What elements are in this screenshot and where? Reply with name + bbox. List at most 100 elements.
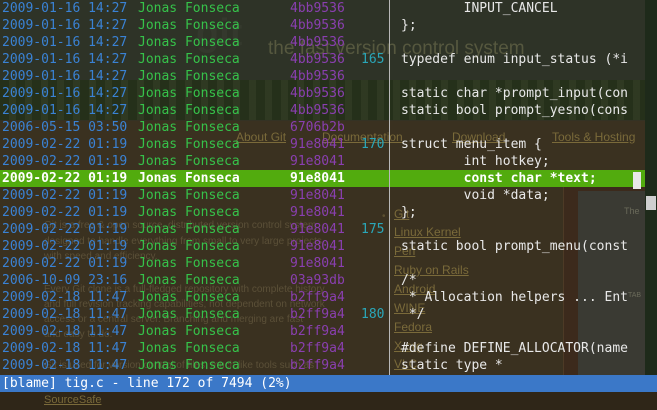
blame-row[interactable]: 2006-05-15 03:50 Jonas Fonseca 6706b2b xyxy=(0,119,657,136)
blame-date: 2009-01-16 14:27 xyxy=(2,52,128,67)
blame-commit: b2ff9a4 xyxy=(290,358,345,373)
blame-code: static char *prompt_input(con xyxy=(401,86,628,101)
blame-author: Jonas Fonseca xyxy=(138,18,240,33)
blame-row[interactable]: 2009-02-18 11:47 Jonas Fonseca b2ff9a4 * A… xyxy=(0,289,657,306)
terminal-window[interactable]: 2009-01-16 14:27 Jonas Fonseca 4bb9536 INP… xyxy=(0,0,657,410)
blame-date: 2009-01-16 14:27 xyxy=(2,69,128,84)
blame-commit: b2ff9a4 xyxy=(290,290,345,305)
blame-row[interactable]: 2009-02-22 01:19 Jonas Fonseca 91e8041}; xyxy=(0,204,657,221)
blame-author: Jonas Fonseca xyxy=(138,273,240,288)
blame-line-number: 170 xyxy=(361,137,385,152)
scrollbar[interactable] xyxy=(645,0,657,375)
blame-commit: 4bb9536 xyxy=(290,103,345,118)
blame-code: static bool prompt_menu(const xyxy=(401,239,628,254)
blame-commit: b2ff9a4 xyxy=(290,307,345,322)
blame-date: 2009-01-16 14:27 xyxy=(2,1,128,16)
blame-author: Jonas Fonseca xyxy=(138,154,240,169)
blame-date: 2006-05-15 03:50 xyxy=(2,120,128,135)
blame-commit: b2ff9a4 xyxy=(290,324,345,339)
blame-date: 2006-10-09 23:16 xyxy=(2,273,128,288)
blame-author: Jonas Fonseca xyxy=(138,103,240,118)
blame-date: 2009-02-18 11:47 xyxy=(2,307,128,322)
blame-author: Jonas Fonseca xyxy=(138,324,240,339)
blame-commit: 91e8041 xyxy=(290,205,345,220)
blame-row[interactable]: 2009-02-18 11:47 Jonas Fonseca b2ff9a4 180 … xyxy=(0,306,657,323)
blame-date: 2009-02-22 01:19 xyxy=(2,239,128,254)
blame-commit: 91e8041 xyxy=(290,171,345,186)
blame-row[interactable]: 2009-01-16 14:27 Jonas Fonseca 4bb9536 xyxy=(0,68,657,85)
blame-date: 2009-02-18 11:47 xyxy=(2,324,128,339)
blame-row[interactable]: 2009-02-22 01:19 Jonas Fonseca 91e8041 170 s… xyxy=(0,136,657,153)
blame-author: Jonas Fonseca xyxy=(138,205,240,220)
blame-date: 2009-02-22 01:19 xyxy=(2,188,128,203)
blame-row[interactable]: 2009-01-16 14:27 Jonas Fonseca 4bb9536 stat… xyxy=(0,85,657,102)
blame-commit: 4bb9536 xyxy=(290,35,345,50)
scrollbar-thumb[interactable] xyxy=(646,196,656,210)
blame-author: Jonas Fonseca xyxy=(138,171,240,186)
blame-commit: 4bb9536 xyxy=(290,1,345,16)
text-cursor xyxy=(633,172,641,189)
blame-commit: 4bb9536 xyxy=(290,18,345,33)
background-link-sourcesafe[interactable]: SourceSafe xyxy=(44,394,101,406)
blame-commit: 4bb9536 xyxy=(290,52,345,67)
blame-commit: 4bb9536 xyxy=(290,69,345,84)
blame-date: 2009-01-16 14:27 xyxy=(2,18,128,33)
blame-author: Jonas Fonseca xyxy=(138,239,240,254)
blame-commit: 91e8041 xyxy=(290,256,345,271)
blame-row[interactable]: 2009-02-18 11:47 Jonas Fonseca b2ff9a4 #def… xyxy=(0,340,657,357)
blame-author: Jonas Fonseca xyxy=(138,137,240,152)
blame-date: 2009-02-22 01:19 xyxy=(2,256,128,271)
blame-date: 2009-01-16 14:27 xyxy=(2,35,128,50)
blame-author: Jonas Fonseca xyxy=(138,290,240,305)
blame-author: Jonas Fonseca xyxy=(138,358,240,373)
blame-date: 2009-02-18 11:47 xyxy=(2,358,128,373)
blame-commit: 4bb9536 xyxy=(290,86,345,101)
blame-author: Jonas Fonseca xyxy=(138,69,240,84)
blame-code: * Allocation helpers ... Ent xyxy=(401,290,628,305)
blame-author: Jonas Fonseca xyxy=(138,1,240,16)
blame-row[interactable]: 2009-01-16 14:27 Jonas Fonseca 4bb9536 INP… xyxy=(0,0,657,17)
blame-code: typedef enum input_status (*i xyxy=(401,52,628,67)
blame-commit: 03a93db xyxy=(290,273,345,288)
blame-commit: 6706b2b xyxy=(290,120,345,135)
blame-date: 2009-02-22 01:19 xyxy=(2,205,128,220)
blame-author: Jonas Fonseca xyxy=(138,120,240,135)
blame-commit: 91e8041 xyxy=(290,222,345,237)
blame-row[interactable]: 2009-02-22 01:19 Jonas Fonseca 91e8041 xyxy=(0,255,657,272)
blame-code: void *data; xyxy=(401,188,550,203)
blame-line-number: 180 xyxy=(361,307,385,322)
blame-code: */ xyxy=(401,307,425,322)
blame-commit: 91e8041 xyxy=(290,154,345,169)
blame-row[interactable]: 2009-02-22 01:19 Jonas Fonseca 91e8041 175 xyxy=(0,221,657,238)
blame-row[interactable]: 2009-02-18 11:47 Jonas Fonseca b2ff9a4 stat… xyxy=(0,357,657,374)
blame-commit: 91e8041 xyxy=(290,137,345,152)
blame-row[interactable]: 2009-01-16 14:27 Jonas Fonseca 4bb9536 165 t… xyxy=(0,51,657,68)
blame-row[interactable]: 2009-02-22 01:19 Jonas Fonseca 91e8041 voi… xyxy=(0,187,657,204)
blame-row[interactable]: 2009-01-16 14:27 Jonas Fonseca 4bb9536}; xyxy=(0,17,657,34)
blame-author: Jonas Fonseca xyxy=(138,307,240,322)
blame-code: static bool prompt_yesno(cons xyxy=(401,103,628,118)
blame-row[interactable]: 2009-02-22 01:19 Jonas Fonseca 91e8041 int… xyxy=(0,153,657,170)
blame-author: Jonas Fonseca xyxy=(138,188,240,203)
blame-date: 2009-02-18 11:47 xyxy=(2,290,128,305)
blame-date: 2009-02-22 01:19 xyxy=(2,171,128,186)
blame-author: Jonas Fonseca xyxy=(138,52,240,67)
blame-author: Jonas Fonseca xyxy=(138,35,240,50)
terminal-bottom-area: SourceSafe xyxy=(0,392,657,410)
blame-row[interactable]: 2009-02-22 01:19 Jonas Fonseca 91e8041 stat… xyxy=(0,238,657,255)
blame-date: 2009-02-22 01:19 xyxy=(2,222,128,237)
blame-code: }; xyxy=(401,205,417,220)
blame-date: 2009-01-16 14:27 xyxy=(2,103,128,118)
blame-date: 2009-02-22 01:19 xyxy=(2,137,128,152)
blame-row[interactable]: 2006-10-09 23:16 Jonas Fonseca 03a93db /* xyxy=(0,272,657,289)
blame-row[interactable]: 2009-01-16 14:27 Jonas Fonseca 4bb9536 stat… xyxy=(0,102,657,119)
blame-author: Jonas Fonseca xyxy=(138,256,240,271)
blame-code: #define DEFINE_ALLOCATOR(name xyxy=(401,341,628,356)
blame-code: }; xyxy=(401,18,417,33)
blame-code: /* xyxy=(401,273,417,288)
blame-row[interactable]: 2009-01-16 14:27 Jonas Fonseca 4bb9536 xyxy=(0,34,657,51)
blame-row-selected[interactable]: 2009-02-22 01:19 Jonas Fonseca 91e8041 con… xyxy=(0,170,657,187)
blame-row[interactable]: 2009-02-18 11:47 Jonas Fonseca b2ff9a4 xyxy=(0,323,657,340)
blame-commit: 91e8041 xyxy=(290,188,345,203)
blame-author: Jonas Fonseca xyxy=(138,222,240,237)
